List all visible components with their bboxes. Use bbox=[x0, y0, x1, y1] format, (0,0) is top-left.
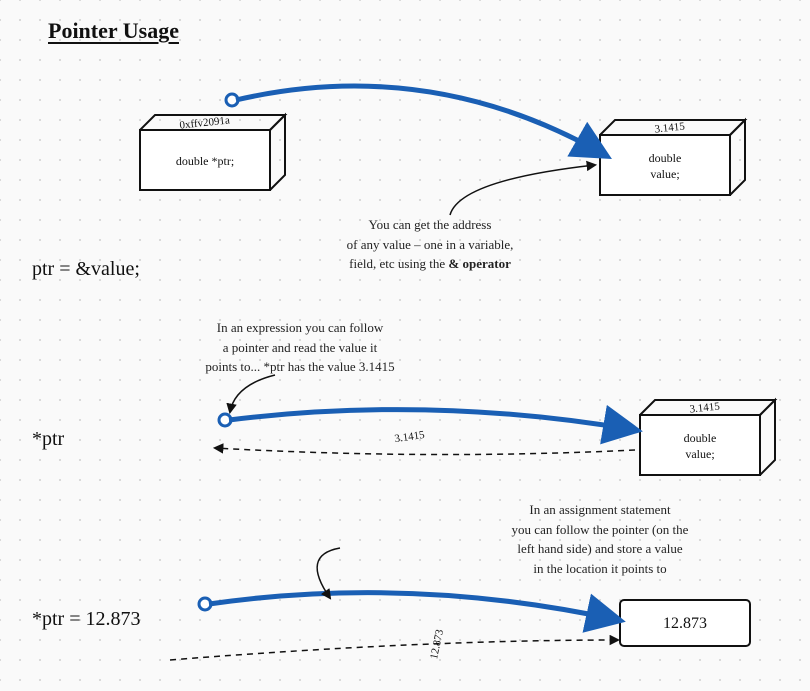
svg-text:value;: value; bbox=[685, 447, 714, 461]
svg-text:double *ptr;: double *ptr; bbox=[176, 154, 234, 168]
box-value-1: double value; 3.1415 bbox=[600, 120, 745, 195]
pointer-origin-1 bbox=[226, 94, 238, 106]
svg-text:3.1415: 3.1415 bbox=[394, 429, 426, 445]
note-arrow-1 bbox=[450, 165, 595, 215]
pointer-arrow-2 bbox=[229, 410, 635, 430]
page-title: Pointer Usage bbox=[48, 18, 179, 44]
note-address-operator: You can get the address of any value – o… bbox=[300, 215, 560, 274]
code-ptr-assign: ptr = &value; bbox=[32, 258, 140, 281]
code-deref: *ptr bbox=[32, 428, 64, 451]
store-arrow-3 bbox=[170, 640, 618, 660]
note-arrow-2 bbox=[230, 375, 275, 412]
return-arrow-2 bbox=[215, 448, 635, 455]
box-value-3: 12.873 bbox=[620, 600, 750, 646]
svg-text:12.873: 12.873 bbox=[663, 615, 707, 632]
pointer-origin-2 bbox=[219, 414, 231, 426]
svg-text:3.1415: 3.1415 bbox=[654, 120, 686, 135]
svg-text:double: double bbox=[684, 431, 717, 445]
note-arrow-3 bbox=[317, 548, 340, 598]
code-deref-assign: *ptr = 12.873 bbox=[32, 608, 141, 631]
svg-text:double: double bbox=[649, 151, 682, 165]
box-ptr: double *ptr; 0xffv2091a bbox=[140, 114, 285, 190]
pointer-arrow-1 bbox=[236, 86, 605, 155]
svg-text:12.873: 12.873 bbox=[428, 628, 446, 661]
note-dereference-read: In an expression you can follow a pointe… bbox=[170, 318, 430, 377]
note-dereference-write: In an assignment statement you can follo… bbox=[460, 500, 740, 578]
pointer-arrow-3 bbox=[209, 593, 618, 620]
svg-text:value;: value; bbox=[650, 167, 679, 181]
svg-text:0xffv2091a: 0xffv2091a bbox=[179, 114, 231, 131]
svg-text:3.1415: 3.1415 bbox=[689, 400, 721, 415]
diagram-canvas: Pointer Usage ptr = &value; You can get … bbox=[0, 0, 810, 691]
box-value-2: double value; 3.1415 bbox=[640, 400, 775, 475]
pointer-origin-3 bbox=[199, 598, 211, 610]
